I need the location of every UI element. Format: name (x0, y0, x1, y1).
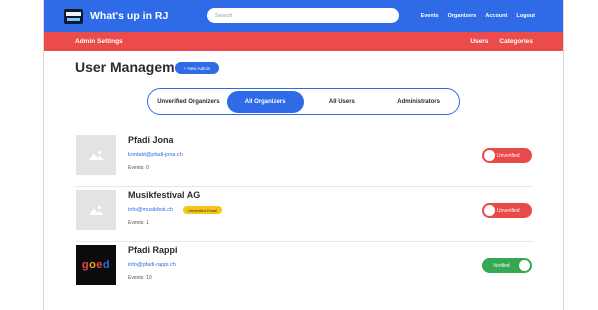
organizer-row: goed Pfadi Rappi info@pfadi-rappi.ch Eve… (75, 242, 533, 297)
tab-all-users[interactable]: All Users (304, 91, 381, 113)
new-admin-button[interactable]: + New Admin (175, 62, 219, 74)
verification-toggle[interactable]: Unverified (482, 203, 532, 218)
tab-all-organizers[interactable]: All Organizers (226, 90, 304, 113)
organizer-event-count: Events: 10 (128, 275, 152, 281)
unverified-email-badge: Unverified Email (183, 206, 223, 214)
tab-unverified-organizers[interactable]: Unverified Organizers (150, 91, 227, 113)
organizer-email-link[interactable]: info@musikfest.ch (128, 207, 173, 213)
nav-logout[interactable]: Logout (516, 13, 535, 19)
verification-status: Verified (493, 262, 510, 269)
admin-settings-title: Admin Settings (75, 38, 123, 45)
brand-title[interactable]: What's up in RJ (90, 10, 168, 22)
organizer-row: Pfadi Jona kontakt@pfadi-jona.ch Events:… (75, 132, 533, 187)
placeholder-image-icon (76, 135, 116, 175)
admin-subnav: Admin Settings Users Categories (44, 32, 563, 51)
app-logo-icon[interactable] (64, 8, 83, 24)
verification-toggle[interactable]: Verified (482, 258, 532, 273)
toggle-knob (484, 150, 495, 161)
search-input[interactable] (207, 8, 399, 23)
nav-events[interactable]: Events (421, 13, 439, 19)
organizer-event-count: Events: 0 (128, 165, 149, 171)
nav-organizers[interactable]: Organizers (448, 13, 477, 19)
main-nav: Events Organizers Account Logout (421, 0, 535, 32)
nav-account[interactable]: Account (485, 13, 507, 19)
verification-status: Unverified (497, 207, 520, 214)
toggle-knob (519, 260, 530, 271)
app-window: What's up in RJ Events Organizers Accoun… (43, 0, 564, 310)
placeholder-image-icon (76, 190, 116, 230)
toggle-knob (484, 205, 495, 216)
admin-subnav-links: Users Categories (470, 32, 533, 51)
organizer-name: Pfadi Rappi (128, 245, 178, 255)
organizer-email-link[interactable]: info@pfadi-rappi.ch (128, 262, 176, 268)
subnav-users[interactable]: Users (470, 38, 488, 45)
user-filter-tabs: Unverified Organizers All Organizers All… (147, 88, 460, 115)
organizer-name: Musikfestival AG (128, 190, 201, 200)
tab-administrators[interactable]: Administrators (380, 91, 457, 113)
goed-logo-icon: goed (81, 259, 111, 271)
organizer-row: Musikfestival AG info@musikfest.ch Unver… (75, 187, 533, 242)
organizer-email-link[interactable]: kontakt@pfadi-jona.ch (128, 152, 183, 158)
organizer-name: Pfadi Jona (128, 135, 174, 145)
top-navbar: What's up in RJ Events Organizers Accoun… (44, 0, 563, 32)
organizer-event-count: Events: 1 (128, 220, 149, 226)
verification-status: Unverified (497, 152, 520, 159)
verification-toggle[interactable]: Unverified (482, 148, 532, 163)
organizer-logo: goed (76, 245, 116, 285)
subnav-categories[interactable]: Categories (499, 38, 533, 45)
